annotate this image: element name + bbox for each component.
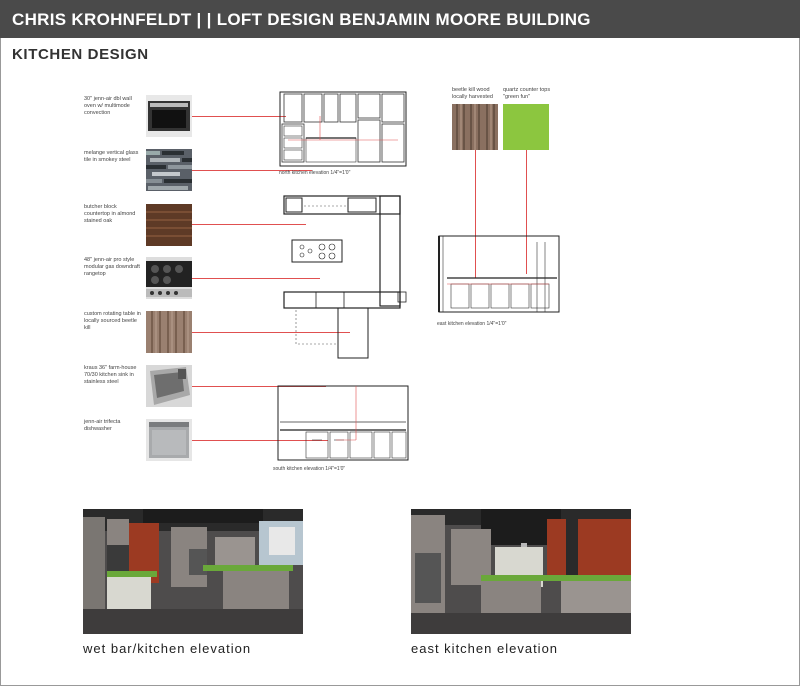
kitchen-floor-plan bbox=[282, 194, 412, 364]
butcher-block-photo bbox=[146, 204, 192, 246]
glass-tile-photo bbox=[146, 149, 192, 191]
east-kitchen-render-caption: east kitchen elevation bbox=[411, 641, 559, 656]
header-title: CHRIS KROHNFELDT | | LOFT DESIGN BENJAMI… bbox=[12, 10, 591, 29]
beetle-kill-wood-swatch bbox=[452, 104, 498, 150]
north-elevation-drawing bbox=[278, 90, 408, 168]
header-bar: CHRIS KROHNFELDT | | LOFT DESIGN BENJAMI… bbox=[0, 0, 800, 38]
rangetop-photo bbox=[146, 257, 192, 299]
leader-line bbox=[192, 116, 286, 117]
spec-rangetop: 48" jenn-air pro style modular gas downd… bbox=[84, 257, 140, 277]
wet-bar-render-caption: wet bar/kitchen elevation bbox=[83, 641, 252, 656]
spec-glass-tile: melange vertical glass tile in smokey st… bbox=[84, 150, 139, 163]
farmhouse-sink-photo bbox=[146, 365, 192, 407]
spec-butcher-block: butcher block countertop in almond stain… bbox=[84, 204, 136, 224]
spec-farmhouse-sink: kraus 36" farm-house 70/30 kitchen sink … bbox=[84, 365, 137, 385]
spec-rotating-table: custom rotating table in locally sourced… bbox=[84, 311, 141, 331]
wall-oven-photo bbox=[146, 95, 192, 137]
green-quartz-swatch bbox=[503, 104, 549, 150]
south-elevation-drawing bbox=[276, 384, 412, 464]
beetle-kill-table-photo bbox=[146, 311, 192, 353]
east-kitchen-render bbox=[411, 509, 631, 634]
material-label-beetle-kill: beetle kill wood locally harvested bbox=[452, 87, 493, 100]
dishwasher-photo bbox=[146, 419, 192, 461]
section-title: KITCHEN DESIGN bbox=[12, 46, 149, 63]
spec-wall-oven: 30" jenn-air dbl wall oven w/ multimode … bbox=[84, 96, 132, 116]
south-elevation-caption: south kitchen elevation 1/4"=1'0" bbox=[273, 466, 346, 472]
north-elevation-caption: north kitchen elevation 1/4"=1'0" bbox=[279, 170, 351, 176]
east-elevation-drawing bbox=[437, 234, 561, 316]
material-label-quartz: quartz counter tops "green fun" bbox=[503, 87, 551, 100]
spec-dishwasher: jenn-air trifecta dishwasher bbox=[84, 419, 121, 432]
wet-bar-render bbox=[83, 509, 303, 634]
east-elevation-caption: east kitchen elevation 1/4"=1'0" bbox=[437, 321, 507, 327]
